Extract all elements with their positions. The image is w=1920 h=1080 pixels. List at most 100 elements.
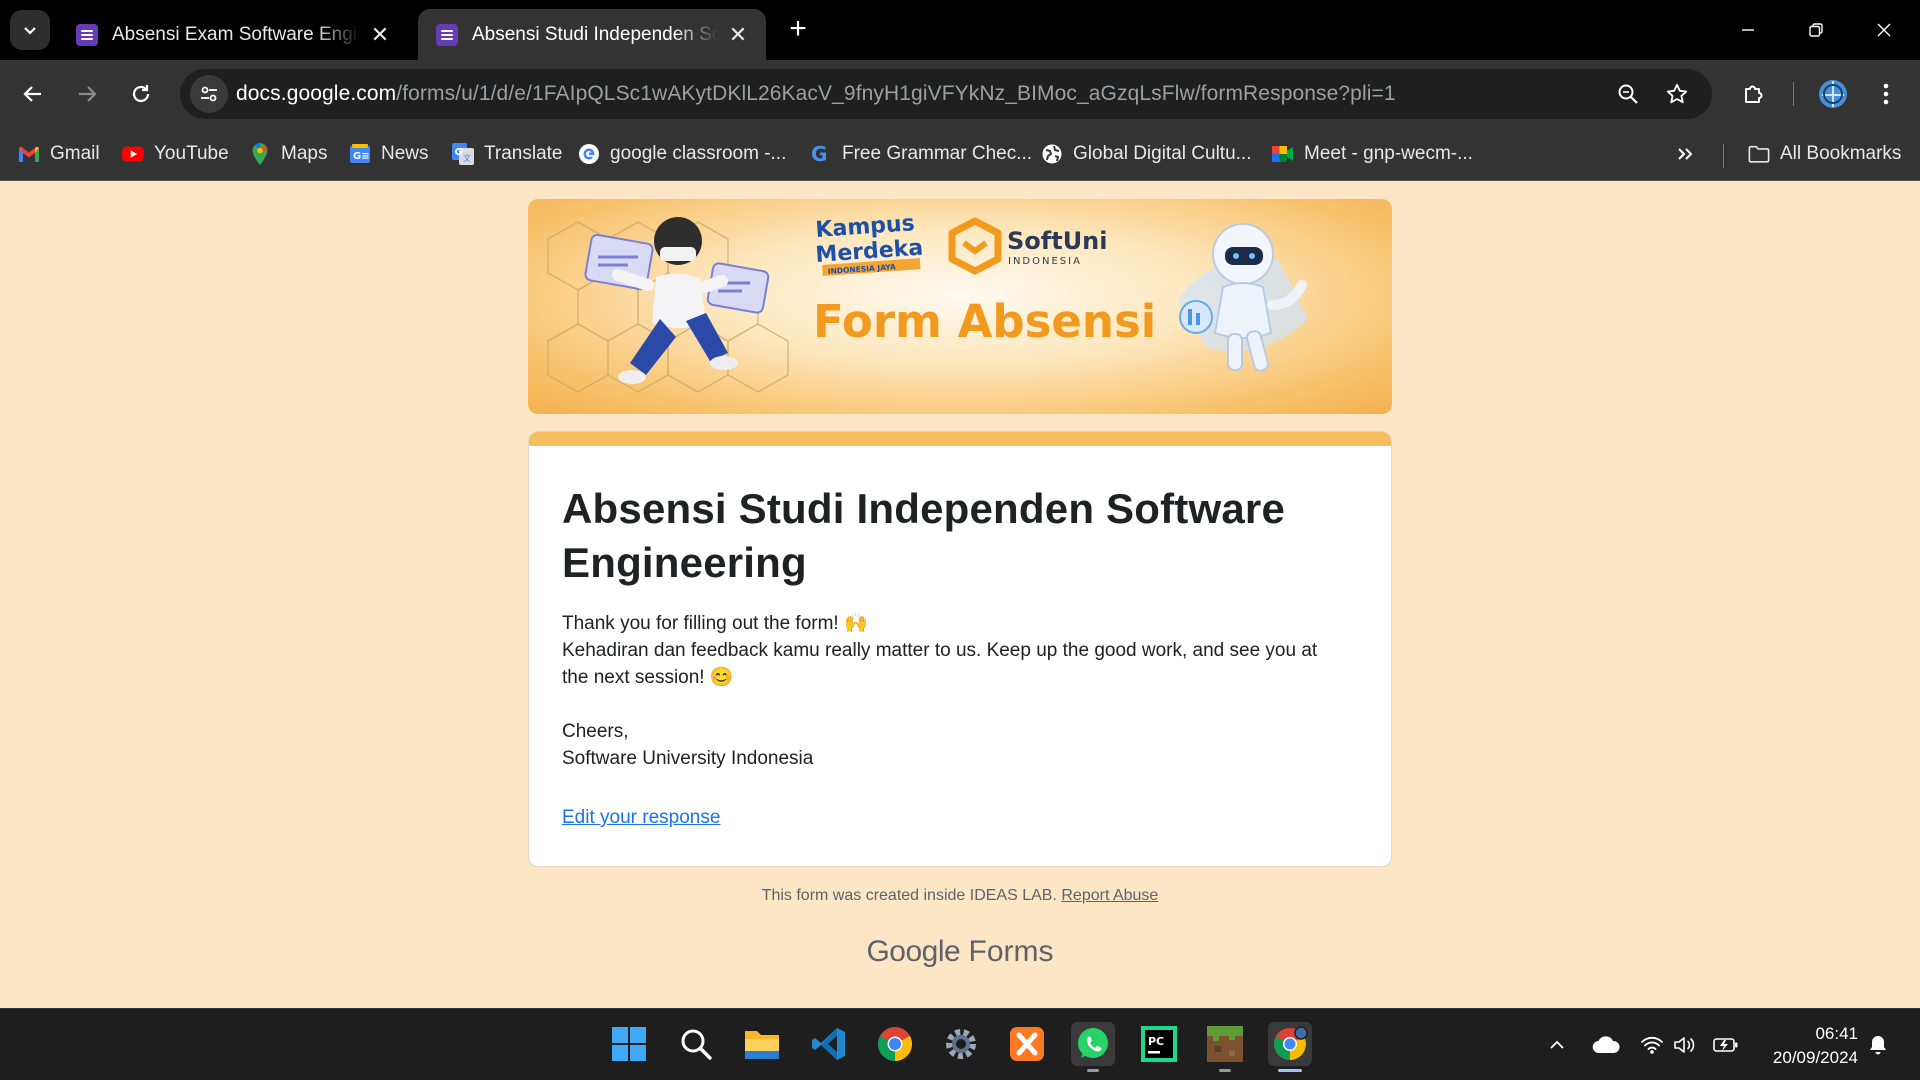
xampp-icon bbox=[1010, 1027, 1044, 1061]
more-vertical-icon bbox=[1883, 83, 1889, 105]
tab-absensi-studi[interactable]: Absensi Studi Independen Software Engine… bbox=[418, 9, 766, 60]
onedrive-button[interactable] bbox=[1592, 1033, 1620, 1057]
bell-icon bbox=[1870, 1036, 1886, 1055]
show-hidden-icons-button[interactable] bbox=[1545, 1033, 1569, 1057]
message-line: Kehadiran dan feedback kamu really matte… bbox=[562, 640, 1318, 661]
close-tab-icon[interactable]: ✕ bbox=[368, 22, 392, 47]
start-button[interactable] bbox=[607, 1022, 651, 1066]
profile-avatar[interactable] bbox=[1813, 74, 1853, 114]
taskbar-file-explorer[interactable] bbox=[740, 1022, 784, 1066]
youtube-icon bbox=[122, 143, 144, 165]
restore-icon bbox=[1809, 23, 1823, 37]
message-line: Thank you for filling out the form! 🙌 bbox=[562, 613, 868, 634]
bookmark-maps[interactable]: Maps bbox=[249, 137, 327, 171]
taskbar-search-button[interactable] bbox=[674, 1022, 718, 1066]
url-host: docs.google.com bbox=[236, 82, 397, 105]
bookmark-translate[interactable]: G文 Translate bbox=[452, 137, 563, 171]
bookmark-label: News bbox=[381, 143, 429, 164]
google-forms-logo[interactable]: Google Forms bbox=[0, 935, 1920, 969]
bookmark-label: Maps bbox=[281, 143, 328, 164]
edit-response-link[interactable]: Edit your response bbox=[562, 807, 720, 829]
vr-person-illustration bbox=[584, 217, 770, 384]
bookmark-label: Global Digital Cultu... bbox=[1073, 143, 1252, 164]
close-tab-icon[interactable]: ✕ bbox=[726, 22, 750, 47]
avatar bbox=[1819, 80, 1847, 108]
tab-search-button[interactable] bbox=[10, 10, 50, 50]
globe-icon bbox=[1041, 143, 1063, 165]
windows-taskbar: PC 06:41 20/09/2024 bbox=[0, 1008, 1920, 1080]
bookmark-label: Gmail bbox=[50, 143, 100, 164]
form-title: Absensi Studi Independen Software Engine… bbox=[562, 485, 1286, 586]
bookmark-star-button[interactable] bbox=[1662, 79, 1692, 109]
site-info-button[interactable] bbox=[190, 75, 228, 113]
bookmark-news[interactable]: G≡ News bbox=[349, 137, 429, 171]
robot-illustration bbox=[1178, 223, 1308, 372]
taskbar-whatsapp[interactable] bbox=[1071, 1022, 1115, 1072]
wifi-icon bbox=[1641, 1036, 1663, 1054]
arrow-left-icon bbox=[23, 86, 41, 102]
bookmark-youtube[interactable]: YouTube bbox=[122, 137, 229, 171]
softuni-logo: SoftUni INDONESIA bbox=[948, 217, 1108, 275]
bookmark-google-classroom[interactable]: google classroom -... bbox=[578, 137, 786, 171]
speaker-icon bbox=[1674, 1037, 1695, 1053]
url-text[interactable]: docs.google.com/forms/u/1/d/e/1FAIpQLSc1… bbox=[236, 82, 1396, 106]
taskbar-vscode[interactable] bbox=[807, 1022, 851, 1066]
gmail-icon bbox=[18, 143, 40, 165]
running-indicator bbox=[1087, 1069, 1099, 1072]
message-line bbox=[562, 691, 1362, 718]
extensions-button[interactable] bbox=[1734, 74, 1774, 114]
taskbar-chrome-profile[interactable] bbox=[1268, 1022, 1312, 1072]
bookmark-meet[interactable]: Meet - gnp-wecm-... bbox=[1272, 137, 1473, 171]
new-tab-button[interactable]: + bbox=[782, 14, 814, 46]
bookmarks-overflow-button[interactable] bbox=[1676, 137, 1694, 171]
reload-button[interactable] bbox=[121, 74, 161, 114]
active-indicator bbox=[1278, 1069, 1302, 1072]
forward-button[interactable] bbox=[67, 74, 107, 114]
bookmark-label: Meet - gnp-wecm-... bbox=[1304, 143, 1473, 164]
tab-absensi-exam[interactable]: Absensi Exam Software Engineering ✕ bbox=[58, 9, 408, 60]
close-window-button[interactable] bbox=[1856, 10, 1912, 50]
card-accent-bar bbox=[529, 432, 1391, 446]
clock-date: 20/09/2024 bbox=[1772, 1048, 1858, 1067]
minimize-button[interactable] bbox=[1720, 10, 1776, 50]
tune-icon bbox=[201, 86, 217, 102]
address-bar[interactable]: docs.google.com/forms/u/1/d/e/1FAIpQLSc1… bbox=[180, 69, 1712, 119]
footer-note-text: This form was created inside IDEAS LAB. bbox=[761, 887, 1057, 904]
taskbar-chrome[interactable] bbox=[873, 1022, 917, 1066]
back-button[interactable] bbox=[13, 74, 53, 114]
report-abuse-link[interactable]: Report Abuse bbox=[1061, 887, 1158, 904]
reload-icon bbox=[132, 85, 150, 103]
star-icon bbox=[1666, 83, 1688, 104]
volume-button[interactable] bbox=[1673, 1033, 1697, 1057]
folder-icon bbox=[1748, 143, 1770, 165]
settings-icon bbox=[946, 1029, 976, 1059]
battery-charging-icon bbox=[1713, 1038, 1738, 1052]
puzzle-icon bbox=[1745, 85, 1763, 103]
restore-button[interactable] bbox=[1788, 10, 1844, 50]
battery-button[interactable] bbox=[1712, 1033, 1740, 1057]
notifications-button[interactable] bbox=[1866, 1033, 1890, 1057]
zoom-button[interactable] bbox=[1613, 79, 1643, 109]
form-confirmation-card: Absensi Studi Independen Software Engine… bbox=[528, 431, 1392, 867]
bookmark-free-grammar[interactable]: G Free Grammar Chec... bbox=[810, 137, 1032, 171]
network-button[interactable] bbox=[1640, 1033, 1664, 1057]
taskbar-minecraft[interactable] bbox=[1203, 1022, 1247, 1072]
chrome-menu-button[interactable] bbox=[1866, 74, 1906, 114]
bookmark-label: Translate bbox=[484, 143, 563, 164]
all-bookmarks-button[interactable]: All Bookmarks bbox=[1748, 137, 1901, 171]
taskbar-clock[interactable]: 06:41 20/09/2024 bbox=[1748, 1022, 1858, 1070]
partner-sub: INDONESIA bbox=[1008, 256, 1082, 267]
chevron-double-right-icon bbox=[1678, 148, 1693, 160]
bookmark-global-digital[interactable]: Global Digital Cultu... bbox=[1041, 137, 1251, 171]
bookmark-gmail[interactable]: Gmail bbox=[18, 137, 100, 171]
search-icon bbox=[681, 1029, 712, 1060]
taskbar-pycharm[interactable]: PC bbox=[1137, 1022, 1181, 1066]
url-path: /forms/u/1/d/e/1FAIpQLSc1wAKytDKlL26KacV… bbox=[396, 82, 1396, 105]
chevron-up-icon bbox=[1550, 1040, 1564, 1049]
google-icon bbox=[578, 143, 600, 165]
zoom-icon bbox=[1618, 84, 1638, 104]
taskbar-xampp[interactable] bbox=[1005, 1022, 1049, 1066]
bookmark-label: YouTube bbox=[154, 143, 229, 164]
minimize-icon bbox=[1742, 29, 1754, 31]
taskbar-settings[interactable] bbox=[939, 1022, 983, 1066]
